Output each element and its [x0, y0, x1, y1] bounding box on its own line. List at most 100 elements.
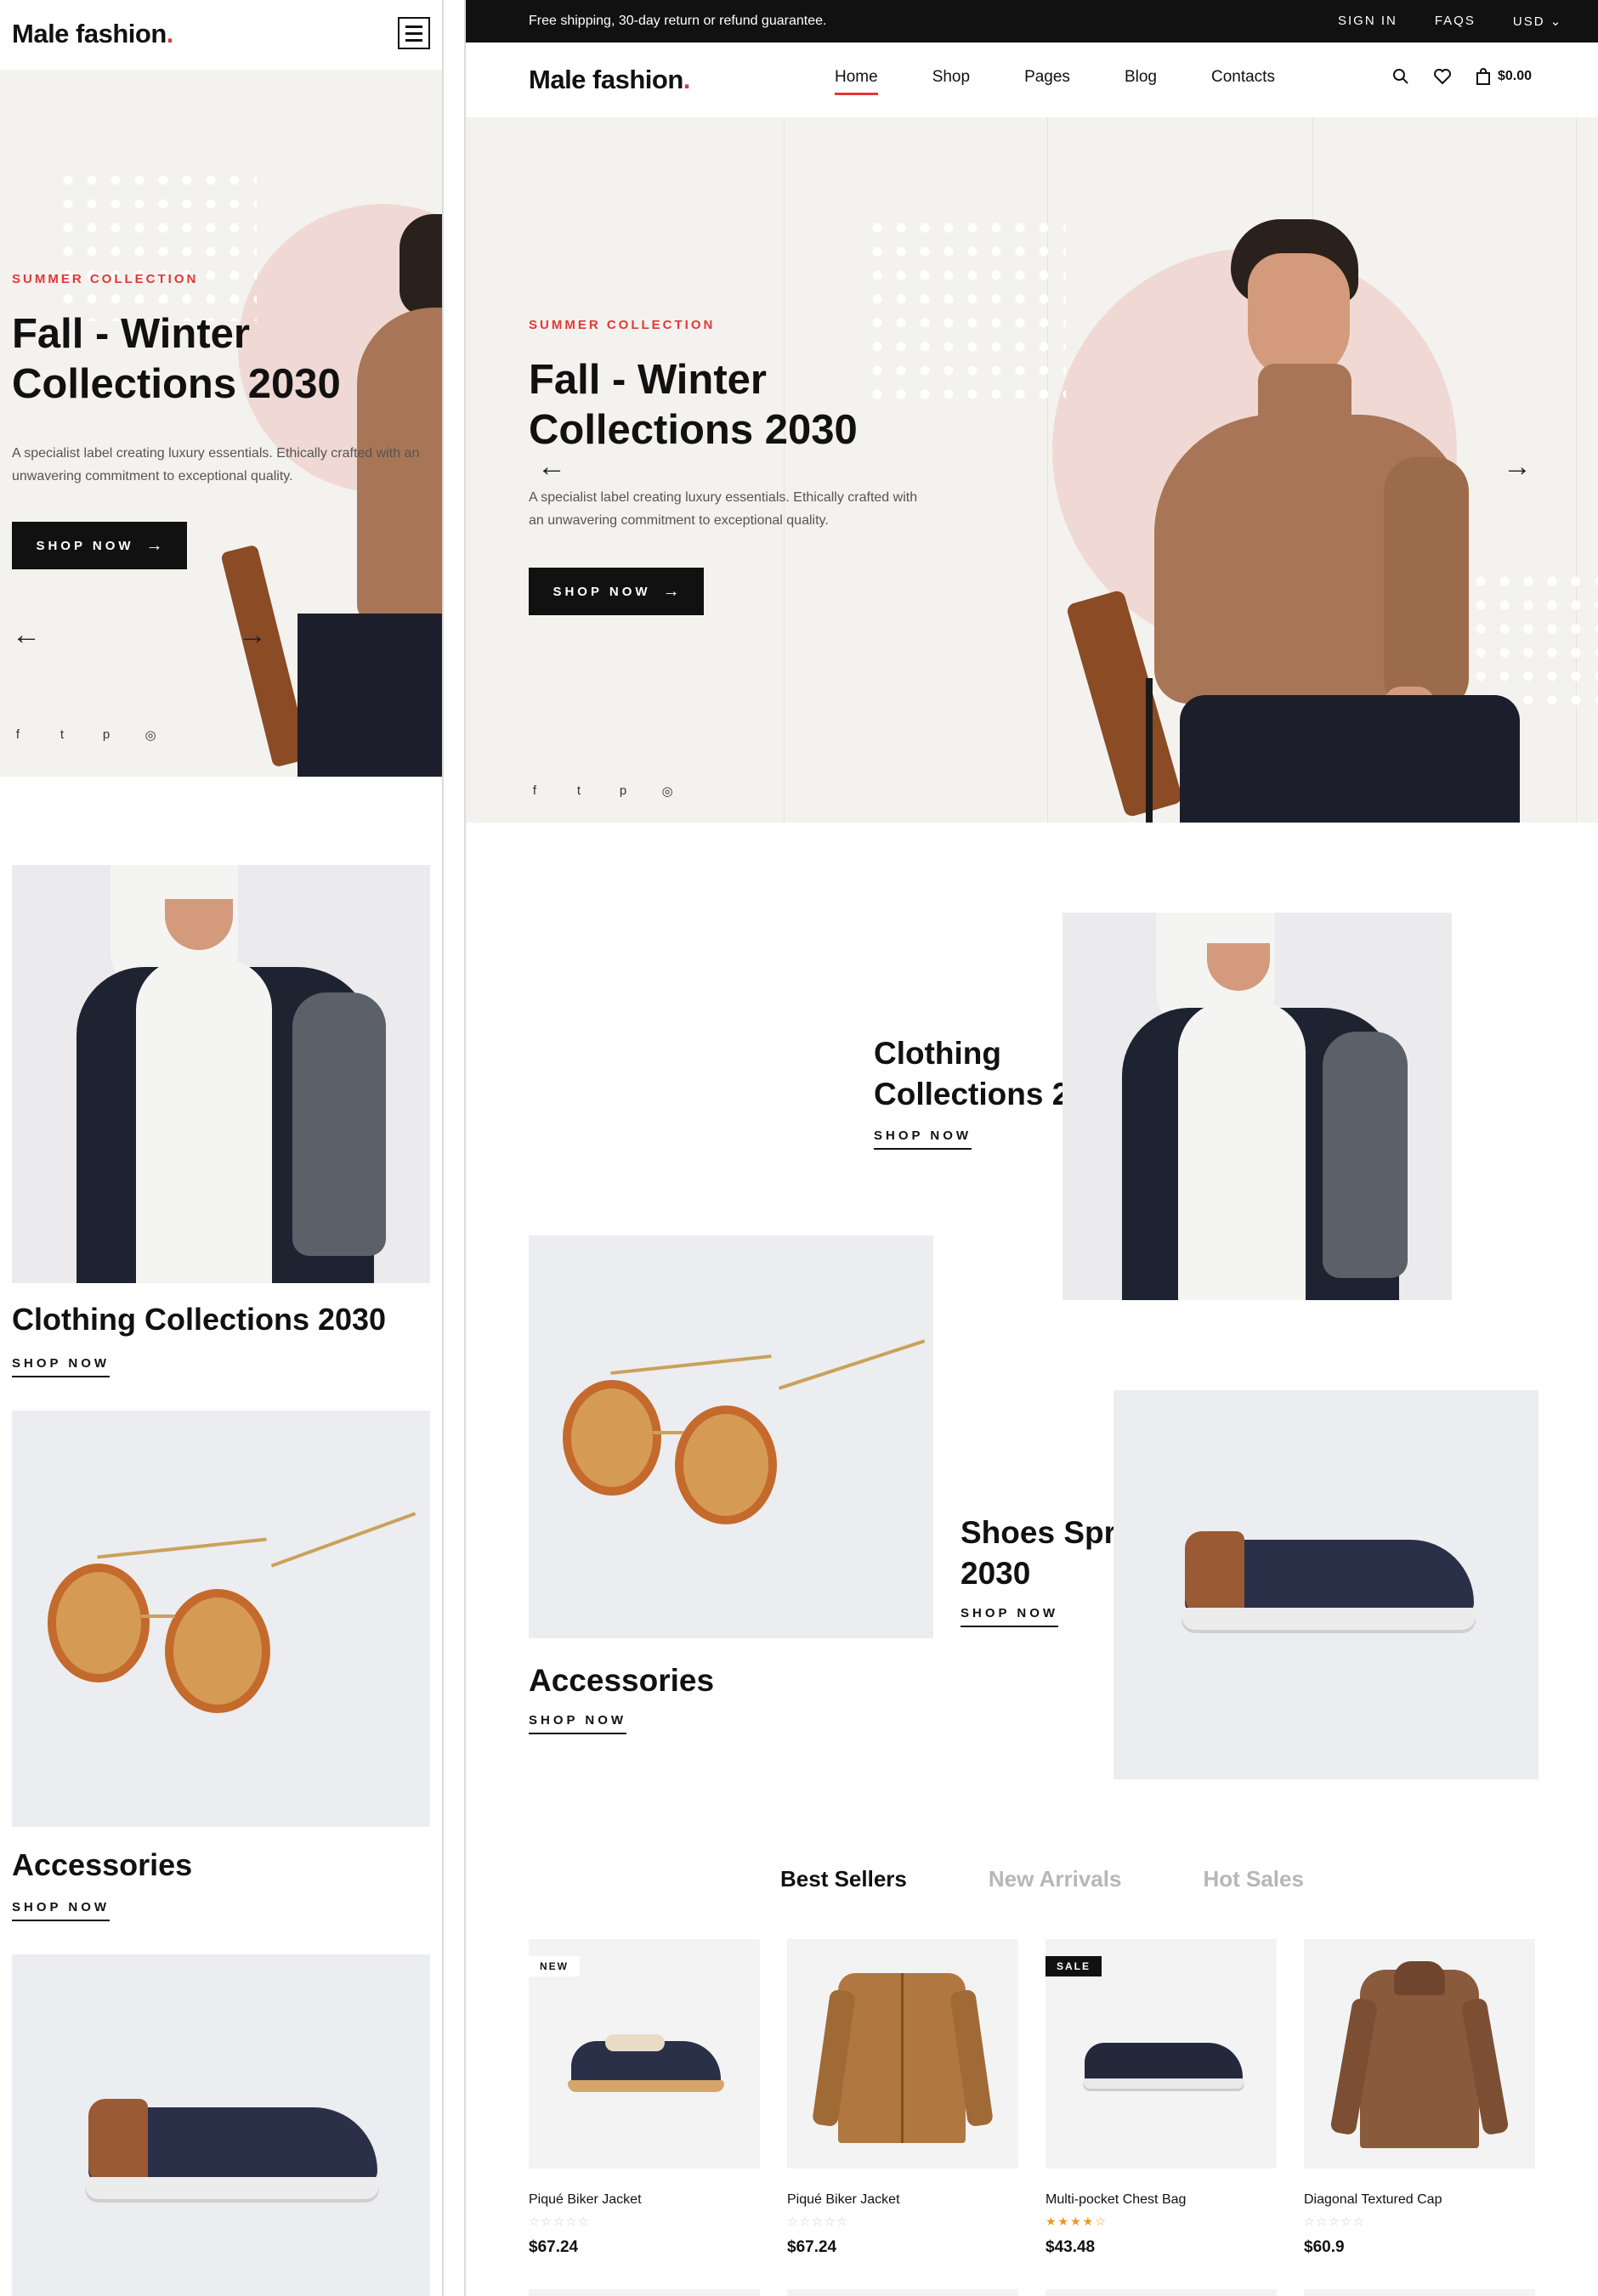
hero-shop-now-button[interactable]: SHOP NOW →: [12, 522, 187, 569]
currency-label: USD: [1512, 14, 1545, 29]
twitter-icon[interactable]: t: [54, 727, 70, 743]
product-image[interactable]: [787, 1939, 1018, 2169]
mobile-view: Male fashion. SUMMER COLLECTION Fall - W…: [0, 0, 444, 2296]
product-badge: SALE: [1046, 1956, 1102, 1976]
banner-shoes-image[interactable]: [1114, 1390, 1538, 1779]
banner-clothing-title: Clothing Collections 2030: [12, 1302, 387, 1337]
banner-accessories-shop-now[interactable]: SHOP NOW: [12, 1900, 110, 1921]
banner-accessories-shop-now[interactable]: SHOP NOW: [529, 1713, 627, 1734]
model-image: [1044, 202, 1520, 823]
hero-section: SUMMER COLLECTION Fall - Winter Collecti…: [466, 117, 1598, 823]
prev-slide-arrow-icon[interactable]: ←: [12, 620, 41, 649]
shopping-bag-icon: [1476, 68, 1490, 85]
banner-shoes-shop-now[interactable]: SHOP NOW: [960, 1606, 1059, 1627]
product-card-next-row: [529, 2289, 760, 2296]
star-rating-icon: ☆☆☆☆☆: [1304, 2214, 1366, 2228]
logo[interactable]: Male fashion.: [12, 19, 173, 49]
banner-clothing-image[interactable]: [1062, 913, 1452, 1300]
nav-item-home[interactable]: Home: [835, 68, 878, 95]
star-rating-icon: ☆☆☆☆☆: [787, 2214, 849, 2228]
banner-clothing-shop-now[interactable]: SHOP NOW: [874, 1128, 972, 1150]
product-name[interactable]: Diagonal Textured Cap: [1304, 2192, 1442, 2208]
mobile-header: Male fashion.: [0, 0, 442, 70]
twitter-icon[interactable]: t: [571, 783, 586, 799]
hero-title-line2: Collections 2030: [529, 406, 858, 453]
hero-description: A specialist label creating luxury essen…: [12, 446, 420, 484]
currency-select[interactable]: USD ⌄: [1513, 14, 1562, 29]
product-card-next-row: [1046, 2289, 1277, 2296]
arrow-right-icon: →: [662, 581, 680, 601]
star-rating-icon: ☆☆☆☆☆: [529, 2214, 591, 2228]
product-tabs: Best Sellers New Arrivals Hot Sales: [780, 1866, 1304, 1892]
product-name[interactable]: Piqué Biker Jacket: [529, 2192, 642, 2208]
mobile-hero: SUMMER COLLECTION Fall - Winter Collecti…: [0, 70, 442, 777]
sign-in-link[interactable]: SIGN IN: [1338, 14, 1397, 29]
social-links: f t p ◎: [10, 727, 158, 743]
facebook-icon[interactable]: f: [527, 783, 542, 799]
dot-pattern: [865, 216, 1066, 403]
hero-shop-now-button[interactable]: SHOP NOW →: [529, 568, 704, 615]
shipping-notice: Free shipping, 30-day return or refund g…: [529, 14, 827, 28]
hero-title: Fall - Winter Collections 2030: [12, 309, 341, 410]
banner-accessories-title: Accessories: [12, 1847, 193, 1882]
logo-text: Male fashion: [12, 19, 167, 48]
shop-now-label: SHOP NOW: [552, 584, 651, 599]
hero-title-line1: Fall - Winter: [12, 311, 250, 357]
product-name[interactable]: Piqué Biker Jacket: [787, 2192, 900, 2208]
banner-clothing-image[interactable]: [12, 865, 430, 1283]
product-price: $67.24: [529, 2238, 579, 2256]
nav-item-contacts[interactable]: Contacts: [1211, 68, 1275, 95]
shop-now-label: SHOP NOW: [36, 538, 134, 553]
banner-accessories-image[interactable]: [529, 1236, 933, 1638]
banner-accessories-image[interactable]: [12, 1411, 430, 1827]
model-image: [220, 214, 442, 777]
desktop-view: Free shipping, 30-day return or refund g…: [464, 0, 1598, 2296]
next-slide-arrow-icon[interactable]: →: [238, 620, 267, 649]
product-price: $60.9: [1304, 2238, 1345, 2256]
tab-new-arrivals[interactable]: New Arrivals: [989, 1866, 1122, 1892]
logo-dot: .: [166, 19, 174, 48]
social-links: f t p ◎: [527, 783, 675, 799]
hero-description: A specialist label creating luxury essen…: [529, 490, 918, 529]
hero-kicker: SUMMER COLLECTION: [12, 272, 199, 286]
product-image[interactable]: [1304, 1939, 1535, 2169]
hero-title-line1: Fall - Winter: [529, 357, 767, 403]
chevron-down-icon: ⌄: [1550, 14, 1563, 29]
banner-clothing-shop-now[interactable]: SHOP NOW: [12, 1356, 110, 1377]
product-card-next-row: [1304, 2289, 1535, 2296]
tab-hot-sales[interactable]: Hot Sales: [1203, 1866, 1304, 1892]
nav-item-blog[interactable]: Blog: [1125, 68, 1157, 95]
faqs-link[interactable]: FAQS: [1435, 14, 1476, 29]
pinterest-icon[interactable]: p: [99, 727, 114, 743]
top-bar: Free shipping, 30-day return or refund g…: [466, 0, 1598, 42]
cart-button[interactable]: $0.00: [1476, 68, 1532, 85]
menu-icon[interactable]: [398, 17, 430, 49]
banner-shoes-image[interactable]: [12, 1954, 430, 2296]
arrow-right-icon: →: [145, 535, 163, 555]
hero-kicker: SUMMER COLLECTION: [529, 318, 716, 332]
heart-icon[interactable]: [1433, 68, 1452, 85]
product-card-next-row: [787, 2289, 1018, 2296]
instagram-icon[interactable]: ◎: [143, 727, 158, 743]
product-badge: NEW: [529, 1956, 580, 1976]
tab-best-sellers[interactable]: Best Sellers: [780, 1866, 907, 1892]
product-name[interactable]: Multi-pocket Chest Bag: [1046, 2192, 1186, 2208]
facebook-icon[interactable]: f: [10, 727, 26, 743]
nav-icons: $0.00: [1392, 68, 1532, 85]
top-links: SIGN IN FAQS USD ⌄: [1338, 14, 1562, 29]
search-icon[interactable]: [1392, 68, 1409, 85]
prev-slide-arrow-icon[interactable]: ←: [537, 452, 566, 481]
product-price: $67.24: [787, 2238, 837, 2256]
hero-title: Fall - Winter Collections 2030: [529, 355, 858, 455]
instagram-icon[interactable]: ◎: [660, 783, 675, 799]
main-nav: Home Shop Pages Blog Contacts: [835, 68, 1275, 95]
pinterest-icon[interactable]: p: [615, 783, 631, 799]
logo[interactable]: Male fashion.: [529, 65, 690, 95]
product-price: $43.48: [1046, 2238, 1096, 2256]
logo-text: Male fashion: [529, 65, 683, 94]
nav-item-pages[interactable]: Pages: [1024, 68, 1070, 95]
next-slide-arrow-icon[interactable]: →: [1503, 452, 1532, 481]
hero-title-line2: Collections 2030: [12, 360, 341, 407]
nav-item-shop[interactable]: Shop: [932, 68, 970, 95]
logo-dot: .: [683, 65, 691, 94]
